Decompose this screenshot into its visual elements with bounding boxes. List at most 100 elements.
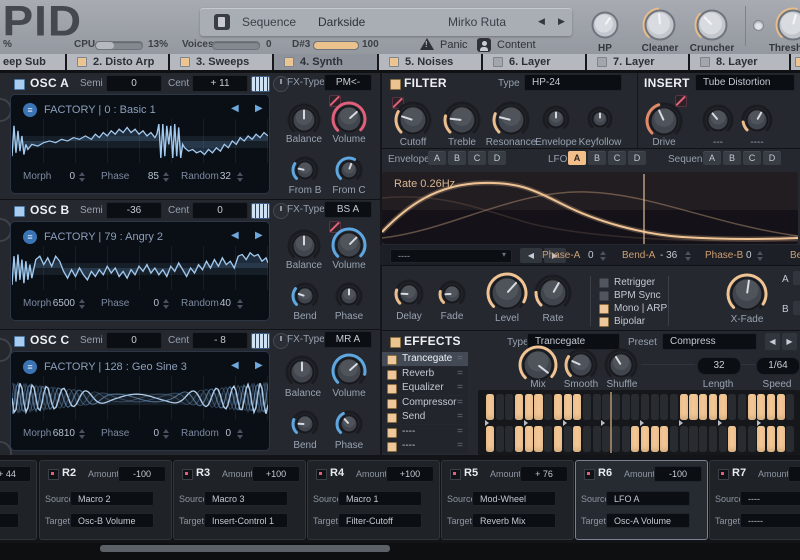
step-cell[interactable]	[719, 426, 727, 452]
step-cell[interactable]	[699, 426, 707, 452]
lfo-rate-knob[interactable]	[533, 273, 573, 318]
envelope-c-button[interactable]: C	[468, 151, 486, 165]
step-cell[interactable]	[554, 426, 562, 452]
r1-target-select[interactable]	[0, 513, 19, 528]
stepper-icon[interactable]	[163, 429, 170, 439]
preset-prev-icon[interactable]: ◀	[538, 16, 545, 27]
tab-sweeps[interactable]: 3. Sweeps	[170, 54, 272, 70]
osc-b-random-value[interactable]: 40	[209, 298, 231, 309]
osc-a-keyboard-icon[interactable]	[251, 76, 270, 92]
lfo-mode-select[interactable]: ----	[390, 249, 512, 263]
osc-c-bank-icon[interactable]: ≡	[23, 360, 37, 374]
insert-type-select[interactable]: Tube Distortion	[695, 74, 795, 91]
scrollbar-thumb[interactable]	[100, 545, 390, 552]
stepper-icon[interactable]	[757, 251, 764, 261]
effects-preset-select[interactable]: Compress	[662, 333, 757, 350]
r6-source-select[interactable]: LFO A	[606, 491, 690, 506]
slot-record-led[interactable]	[450, 469, 461, 480]
tab-led-icon[interactable]	[597, 57, 607, 67]
step-cell[interactable]	[709, 394, 717, 420]
horizontal-scrollbar[interactable]	[0, 543, 800, 560]
r6-amount-value[interactable]: -100	[654, 466, 702, 482]
lfo-prev-button[interactable]: ◀	[520, 248, 542, 263]
envelope-a-button[interactable]: A	[428, 151, 446, 165]
step-cell[interactable]	[515, 426, 523, 452]
drag-handle-icon[interactable]: =	[457, 426, 463, 437]
osc-a-phase-value[interactable]: 85	[129, 171, 159, 182]
trancegate-length-value[interactable]: 32	[697, 357, 741, 375]
lfo-a-button[interactable]: A	[568, 151, 586, 165]
effects-list-item-compressor[interactable]: Compressor=	[382, 396, 468, 410]
osc-b-semi-value[interactable]: -36	[106, 202, 162, 219]
retrigger-checkbox[interactable]	[599, 278, 609, 288]
r3-target-select[interactable]: Insert-Control 1	[204, 513, 288, 528]
osc-a-random-value[interactable]: 32	[209, 171, 231, 182]
tab-partial[interactable]	[791, 54, 800, 70]
step-cell[interactable]	[496, 426, 504, 452]
osc-c-prev-icon[interactable]: ◀	[231, 360, 239, 371]
lfo-d-button[interactable]: D	[628, 151, 646, 165]
step-cell[interactable]	[534, 426, 542, 452]
stepper-icon[interactable]	[163, 172, 170, 182]
sequence-b-button[interactable]: B	[723, 151, 741, 165]
mod-slot-r5[interactable]: R5 Amount + 76 Source Mod-Wheel Target R…	[441, 460, 574, 540]
step-cell[interactable]	[486, 394, 494, 420]
osc-b-wave-display[interactable]: ≡ FACTORY | 79 : Angry 2 ◀ ▶ Morph 6500 …	[10, 221, 270, 321]
phase-b-value[interactable]: 0	[746, 250, 752, 261]
step-cell[interactable]	[748, 394, 756, 420]
slot-record-led[interactable]	[316, 469, 327, 480]
osc-c-fx-type[interactable]: MR A	[324, 331, 372, 348]
osc-c-waveform[interactable]	[12, 376, 268, 420]
effect-checkbox[interactable]	[387, 442, 397, 452]
osc-a-enable-led[interactable]	[14, 79, 25, 90]
effect-checkbox[interactable]	[387, 413, 397, 423]
tab-led-icon[interactable]	[77, 57, 87, 67]
osc-a-prev-icon[interactable]: ◀	[231, 103, 239, 114]
step-cell[interactable]	[738, 426, 746, 452]
tab-deep-sub[interactable]: eep Sub	[0, 54, 65, 70]
step-cell[interactable]	[767, 394, 775, 420]
step-cell[interactable]	[525, 426, 533, 452]
osc-c-next-icon[interactable]: ▶	[255, 360, 263, 371]
r7-target-select[interactable]: -----	[740, 513, 800, 528]
preset-next-icon[interactable]: ▶	[558, 16, 565, 27]
step-cell[interactable]	[757, 394, 765, 420]
step-cell[interactable]	[554, 394, 562, 420]
step-row-bottom[interactable]	[486, 426, 796, 452]
osc-b-waveform[interactable]	[12, 246, 268, 290]
tab-layer-6[interactable]: 6. Layer	[483, 54, 585, 70]
osc-b-enable-led[interactable]	[14, 206, 25, 217]
stepper-icon[interactable]	[600, 251, 607, 261]
step-cell[interactable]	[660, 426, 668, 452]
drag-handle-icon[interactable]: =	[457, 397, 463, 408]
bpm-sync-checkbox[interactable]	[599, 291, 609, 301]
r2-source-select[interactable]: Macro 2	[70, 491, 154, 506]
r4-source-select[interactable]: Macro 1	[338, 491, 422, 506]
filter-type-select[interactable]: HP-24	[524, 74, 622, 91]
stepper-icon[interactable]	[685, 251, 692, 261]
step-cell[interactable]	[593, 394, 601, 420]
step-cell[interactable]	[573, 426, 581, 452]
step-cell[interactable]	[544, 394, 552, 420]
osc-c-wave-display[interactable]: ≡ FACTORY | 128 : Geo Sine 3 ◀ ▶ Morph 6…	[10, 351, 270, 451]
step-cell[interactable]	[651, 426, 659, 452]
stepper-icon[interactable]	[163, 299, 170, 309]
osc-a-bank-icon[interactable]: ≡	[23, 103, 37, 117]
step-cell[interactable]	[748, 426, 756, 452]
step-cell[interactable]	[699, 394, 707, 420]
stepper-icon[interactable]	[237, 299, 244, 309]
envelope-d-button[interactable]: D	[488, 151, 506, 165]
step-cell[interactable]	[786, 394, 794, 420]
osc-c-enable-led[interactable]	[14, 336, 25, 347]
mod-slot-r6[interactable]: R6 Amount -100 Source LFO A Target Osc-A…	[575, 460, 708, 540]
r5-amount-value[interactable]: + 76	[520, 466, 568, 482]
effect-checkbox[interactable]	[387, 370, 397, 380]
osc-c-cent-value[interactable]: - 8	[192, 332, 248, 349]
r2-target-select[interactable]: Osc-B Volume	[70, 513, 154, 528]
step-cell[interactable]	[505, 426, 513, 452]
trancegate-step-grid[interactable]	[478, 390, 800, 455]
stepper-icon[interactable]	[237, 172, 244, 182]
drag-handle-icon[interactable]: =	[457, 411, 463, 422]
mod-slot-r1[interactable]: R1 Amount + 44 Source Target	[0, 460, 37, 540]
trancegate-speed-value[interactable]: 1/64	[756, 357, 800, 375]
